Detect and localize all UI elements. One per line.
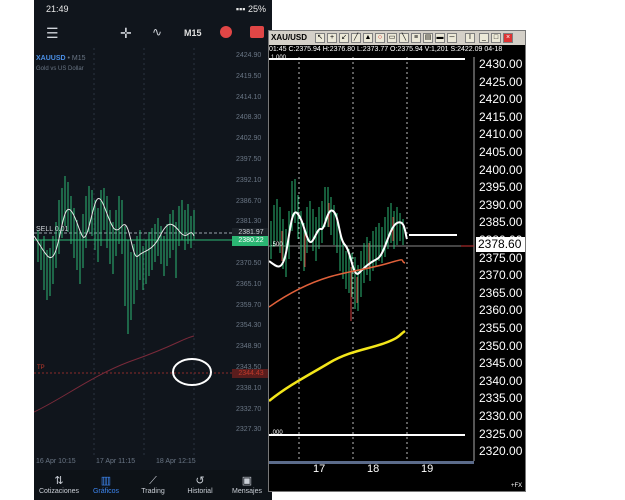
- y-axis-tick: 2365.10: [236, 280, 262, 288]
- nav-item-charts[interactable]: ▥ Gráficos: [81, 474, 131, 495]
- mt4-y-axis-tick: 2425.00: [479, 74, 523, 89]
- mt4-candles: [270, 179, 404, 311]
- mt4-y-axis-tick: 2330.00: [479, 409, 523, 423]
- y-axis-tick: 2386.70: [236, 197, 262, 205]
- nav-item-trading[interactable]: ⟋ Trading: [128, 474, 178, 495]
- y-axis-tick: 2424.90: [236, 52, 262, 59]
- long-moving-average-line: [34, 335, 195, 413]
- nav-label: Historial: [187, 488, 213, 495]
- y-axis-tick: 2348.90: [236, 343, 262, 351]
- y-axis-tick: 2327.30: [236, 426, 262, 434]
- y-axis-tick: 2338.10: [236, 384, 262, 392]
- nav-label: Mensajes: [232, 488, 262, 495]
- y-axis-tick: 2359.70: [236, 301, 262, 309]
- mt4-y-axis-tick: 2335.00: [479, 391, 523, 406]
- mt4-y-axis-tick: 2415.00: [479, 109, 523, 124]
- level-100-label: 1.000: [271, 55, 287, 61]
- mt4-x-tick: 18: [367, 463, 380, 475]
- mt4-y-axis-tick: 2390.00: [479, 197, 523, 212]
- mt4-y-axis-tick: 2350.00: [479, 338, 523, 353]
- mobile-app-screen: 21:49 ▪▪▪ 25% ☰ ✛ ∿ M15 XAUUSD • M15 Gol…: [34, 0, 272, 500]
- mt4-y-axis-tick: 2405.00: [479, 145, 523, 159]
- mt4-y-axis-tick: 2375.00: [479, 250, 523, 265]
- charts-icon: ▥: [100, 475, 112, 487]
- y-axis-tick: 2370.50: [236, 260, 262, 267]
- y-axis-tick: 2392.10: [236, 176, 262, 184]
- mt4-y-axis-tick: 2385.00: [479, 215, 523, 230]
- tp-label[interactable]: TP: [37, 365, 45, 371]
- nav-label: Gráficos: [92, 488, 120, 495]
- mt4-y-axis-tick: 2325.00: [479, 426, 523, 441]
- mt4-x-tick: 17: [313, 463, 326, 475]
- x-axis-tick: 18 Apr 12:15: [156, 458, 196, 465]
- quotes-icon: ⇅: [54, 475, 64, 487]
- mt4-y-axis-tick: 2320.00: [479, 444, 523, 459]
- current-price-badge: 2380.22: [232, 236, 270, 246]
- annotation-circle: [172, 358, 212, 386]
- bottom-navigation: ⇅ Cotizaciones ▥ Gráficos ⟋ Trading ↺ Hi…: [34, 470, 272, 500]
- y-axis-tick: 2408.30: [236, 114, 262, 122]
- mt4-y-axis-tick: 2400.00: [479, 162, 523, 177]
- y-axis-tick: 2402.90: [236, 135, 262, 143]
- mt4-y-axis-tick: 2360.00: [479, 303, 523, 318]
- mt4-mid-ma: [269, 259, 406, 308]
- level-50-label: .500: [271, 242, 283, 248]
- mt4-y-axis-tick: 2410.00: [479, 127, 523, 142]
- mt4-slow-ma: [269, 329, 406, 402]
- level-0-label: .000: [271, 430, 283, 436]
- mt4-chart-window: XAU/USD ↖ + ↙ ╱ ▲ ○ ▭ ╲ ≡ ▤ ▬ ─ Ι _ □ × …: [268, 30, 526, 492]
- nav-item-history[interactable]: ↺ Historial: [175, 474, 225, 495]
- nav-item-messages[interactable]: ▣ Mensajes: [222, 474, 272, 495]
- y-axis-tick: 2414.10: [236, 93, 262, 101]
- y-axis-tick: 2354.30: [236, 322, 262, 330]
- mt4-x-tick: 19: [421, 463, 434, 475]
- y-axis-tick: 2381.30: [236, 218, 262, 226]
- mt4-y-axis-tick: 2370.00: [479, 268, 523, 283]
- sell-order-label[interactable]: SELL 0.01: [36, 226, 68, 233]
- mt4-y-axis-tick: 2340.00: [479, 373, 523, 388]
- mt4-y-axis-tick: 2355.00: [479, 321, 523, 335]
- x-axis-tick: 16 Apr 10:15: [36, 458, 76, 465]
- nav-item-quotes[interactable]: ⇅ Cotizaciones: [34, 474, 84, 495]
- messages-icon: ▣: [241, 475, 253, 487]
- x-axis-tick: 17 Apr 11:15: [96, 458, 136, 465]
- nav-label: Trading: [141, 488, 165, 495]
- mt4-y-axis-tick: 2430.00: [479, 57, 523, 71]
- mt4-current-price: 2378.60: [476, 237, 525, 252]
- nav-label: Cotizaciones: [38, 488, 80, 495]
- tp-price-badge: 2344.43: [232, 369, 270, 378]
- y-axis-tick: 2419.50: [236, 72, 262, 80]
- mt4-y-axis-tick: 2420.00: [479, 92, 523, 107]
- mt4-y-axis-tick: 2365.00: [479, 285, 523, 300]
- y-axis-tick: 2397.50: [236, 156, 262, 163]
- y-axis-tick: 2332.70: [236, 405, 262, 413]
- fx-label: +FX: [511, 483, 523, 489]
- trading-icon: ⟋: [149, 475, 157, 487]
- mt4-y-axis-tick: 2395.00: [479, 180, 523, 195]
- candles: [37, 176, 195, 334]
- mt4-y-axis-tick: 2345.00: [479, 356, 523, 371]
- history-icon: ↺: [195, 475, 205, 487]
